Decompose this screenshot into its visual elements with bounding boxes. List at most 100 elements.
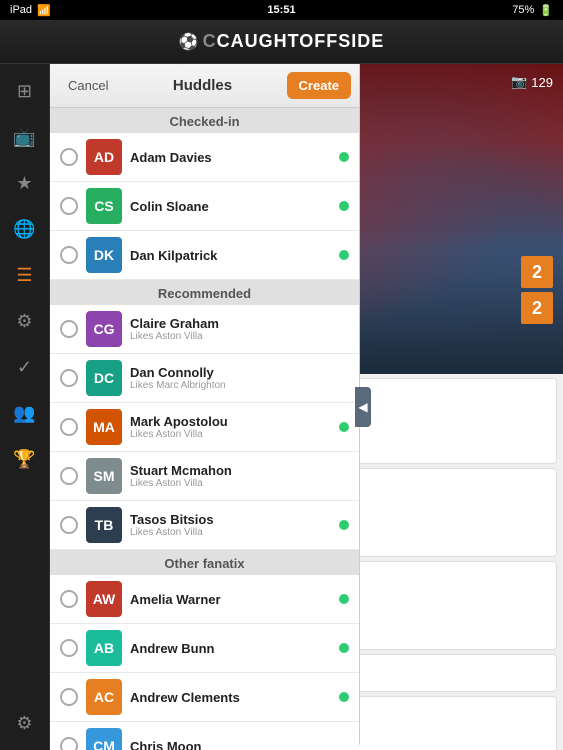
- huddle-info-dan-k: Dan Kilpatrick: [130, 248, 331, 263]
- huddle-info-dan-c: Dan Connolly Likes Marc Albrighton: [130, 365, 331, 391]
- huddle-status-tasos: [339, 520, 349, 530]
- huddle-radio-dan-k[interactable]: [60, 246, 78, 264]
- avatar-amelia: AW: [86, 581, 122, 617]
- huddle-sub-tasos: Likes Aston Villa: [130, 527, 331, 538]
- sidebar-item-menu[interactable]: ☰: [6, 256, 44, 294]
- avatar-stuart: SM: [86, 458, 122, 494]
- huddle-item-amelia[interactable]: AW Amelia Warner: [50, 575, 359, 624]
- sidebar-item-globe[interactable]: 🌐: [6, 210, 44, 248]
- huddle-name-mark: Mark Apostolou: [130, 414, 331, 429]
- score-box-2: 2: [521, 292, 553, 324]
- huddle-status-mark: [339, 422, 349, 432]
- huddle-status-dan-k: [339, 250, 349, 260]
- huddle-radio-tasos[interactable]: [60, 516, 78, 534]
- huddle-info-claire: Claire Graham Likes Aston Villa: [130, 316, 331, 342]
- huddle-item-andrew-c[interactable]: AC Andrew Clements: [50, 673, 359, 722]
- huddle-info-chris: Chris Moon: [130, 739, 331, 750]
- huddle-radio-claire[interactable]: [60, 320, 78, 338]
- avatar-chris: CM: [86, 728, 122, 750]
- huddle-name-adam: Adam Davies: [130, 150, 331, 165]
- main-layout: ⊞ 📺 ★ 🌐 ☰ ⚙ ✓ 👥 🏆 ⚙ 📷 129 2 2: [0, 64, 563, 750]
- carrier-text: iPad: [10, 4, 32, 16]
- huddle-item-andrew-b[interactable]: AB Andrew Bunn: [50, 624, 359, 673]
- huddle-name-tasos: Tasos Bitsios: [130, 512, 331, 527]
- sidebar-item-grid[interactable]: ⊞: [6, 72, 44, 110]
- huddle-item-tasos[interactable]: TB Tasos Bitsios Likes Aston Villa: [50, 501, 359, 550]
- content-area: 📷 129 2 2 ⏱ Full Time May 19: [50, 64, 563, 750]
- huddle-name-amelia: Amelia Warner: [130, 592, 331, 607]
- avatar-andrew-c: AC: [86, 679, 122, 715]
- huddle-name-dan-c: Dan Connolly: [130, 365, 331, 380]
- huddle-radio-stuart[interactable]: [60, 467, 78, 485]
- wifi-icon: 📶: [37, 4, 51, 17]
- avatar-colin: CS: [86, 188, 122, 224]
- huddle-sub-dan-c: Likes Marc Albrighton: [130, 380, 331, 391]
- huddles-title: Huddles: [118, 77, 286, 94]
- huddle-status-chris: [339, 741, 349, 750]
- sidebar-item-trophy[interactable]: 🏆: [6, 440, 44, 478]
- huddle-item-dan-k[interactable]: DK Dan Kilpatrick: [50, 231, 359, 280]
- status-left: iPad 📶: [10, 4, 51, 17]
- status-time: 15:51: [267, 4, 295, 16]
- huddle-radio-chris[interactable]: [60, 737, 78, 750]
- huddle-name-stuart: Stuart Mcmahon: [130, 463, 331, 478]
- sidebar-item-tools[interactable]: ⚙: [6, 302, 44, 340]
- huddle-item-stuart[interactable]: SM Stuart Mcmahon Likes Aston Villa: [50, 452, 359, 501]
- huddle-name-colin: Colin Sloane: [130, 199, 331, 214]
- huddle-radio-andrew-c[interactable]: [60, 688, 78, 706]
- huddle-radio-amelia[interactable]: [60, 590, 78, 608]
- huddle-name-andrew-c: Andrew Clements: [130, 690, 331, 705]
- huddle-sub-mark: Likes Aston Villa: [130, 429, 331, 440]
- huddles-list: Checked-in AD Adam Davies CS Colin Sloan…: [50, 108, 359, 750]
- huddle-info-mark: Mark Apostolou Likes Aston Villa: [130, 414, 331, 440]
- avatar-mark: MA: [86, 409, 122, 445]
- huddle-info-colin: Colin Sloane: [130, 199, 331, 214]
- header-icon: ⚽: [179, 32, 199, 52]
- huddle-radio-mark[interactable]: [60, 418, 78, 436]
- huddles-overlay: Cancel Huddles Create Checked-in AD Adam…: [50, 64, 360, 750]
- huddle-name-andrew-b: Andrew Bunn: [130, 641, 331, 656]
- avatar-dan-c: DC: [86, 360, 122, 396]
- huddle-item-claire[interactable]: CG Claire Graham Likes Aston Villa: [50, 305, 359, 354]
- sidebar-item-check[interactable]: ✓: [6, 348, 44, 386]
- huddle-status-andrew-b: [339, 643, 349, 653]
- huddle-radio-colin[interactable]: [60, 197, 78, 215]
- huddle-radio-dan-c[interactable]: [60, 369, 78, 387]
- huddle-info-andrew-c: Andrew Clements: [130, 690, 331, 705]
- status-right: 75% 🔋: [512, 4, 553, 17]
- sidebar-item-tv[interactable]: 📺: [6, 118, 44, 156]
- avatar-tasos: TB: [86, 507, 122, 543]
- huddle-status-dan-c: [339, 373, 349, 383]
- match-score-badge: 2 2: [521, 256, 553, 324]
- score-box-1: 2: [521, 256, 553, 288]
- photo-count: 📷 129: [511, 74, 553, 90]
- sidebar-item-settings[interactable]: ⚙: [6, 704, 44, 742]
- huddle-status-stuart: [339, 471, 349, 481]
- huddle-status-andrew-c: [339, 692, 349, 702]
- sidebar-item-star[interactable]: ★: [6, 164, 44, 202]
- huddles-cancel-button[interactable]: Cancel: [58, 72, 118, 99]
- huddle-radio-adam[interactable]: [60, 148, 78, 166]
- huddle-info-tasos: Tasos Bitsios Likes Aston Villa: [130, 512, 331, 538]
- battery-icon: 🔋: [539, 4, 553, 17]
- section-header-recommended: Recommended: [50, 280, 359, 305]
- huddle-item-adam[interactable]: AD Adam Davies: [50, 133, 359, 182]
- huddle-info-stuart: Stuart Mcmahon Likes Aston Villa: [130, 463, 331, 489]
- huddle-item-colin[interactable]: CS Colin Sloane: [50, 182, 359, 231]
- sidebar-item-people[interactable]: 👥: [6, 394, 44, 432]
- huddle-item-chris[interactable]: CM Chris Moon: [50, 722, 359, 750]
- avatar-dan-k: DK: [86, 237, 122, 273]
- huddle-status-adam: [339, 152, 349, 162]
- huddle-radio-andrew-b[interactable]: [60, 639, 78, 657]
- camera-icon: 📷: [511, 74, 527, 90]
- battery-text: 75%: [512, 4, 534, 16]
- section-header-checkedin: Checked-in: [50, 108, 359, 133]
- avatar-claire: CG: [86, 311, 122, 347]
- huddle-sub-stuart: Likes Aston Villa: [130, 478, 331, 489]
- sidebar-collapse-arrow[interactable]: ◀: [355, 387, 371, 427]
- huddle-info-adam: Adam Davies: [130, 150, 331, 165]
- photo-count-number: 129: [531, 75, 553, 90]
- huddles-create-button[interactable]: Create: [287, 72, 351, 99]
- huddle-item-mark[interactable]: MA Mark Apostolou Likes Aston Villa: [50, 403, 359, 452]
- huddle-item-dan-c[interactable]: DC Dan Connolly Likes Marc Albrighton: [50, 354, 359, 403]
